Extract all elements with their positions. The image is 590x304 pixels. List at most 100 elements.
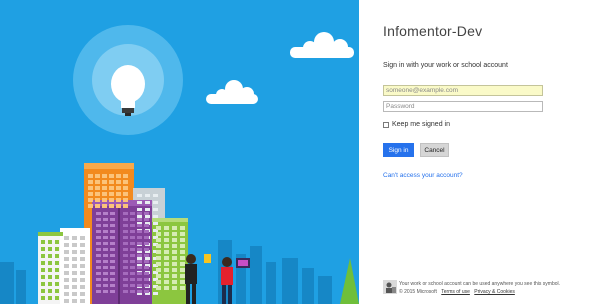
window xyxy=(96,290,101,293)
window xyxy=(123,236,128,239)
window xyxy=(123,260,128,263)
window xyxy=(48,240,52,244)
illustration-scene xyxy=(0,25,359,304)
window xyxy=(172,280,177,284)
building-purple xyxy=(92,200,152,304)
window xyxy=(123,248,128,251)
cant-access-account-link[interactable]: Can't access your account? xyxy=(383,172,463,179)
window xyxy=(116,198,121,202)
window xyxy=(123,284,128,287)
window xyxy=(64,236,69,240)
window xyxy=(145,194,150,197)
window xyxy=(102,180,107,184)
window xyxy=(123,278,128,281)
cloud-icon xyxy=(206,80,258,104)
window xyxy=(116,180,121,184)
window xyxy=(144,260,149,263)
window xyxy=(103,218,108,221)
window xyxy=(80,299,85,303)
window xyxy=(130,278,135,281)
window xyxy=(130,236,135,239)
window xyxy=(164,250,169,254)
window xyxy=(137,236,142,239)
window xyxy=(72,250,77,254)
city-illustration xyxy=(0,0,359,304)
window xyxy=(41,282,45,286)
window xyxy=(110,284,115,287)
window xyxy=(145,201,150,204)
window xyxy=(80,236,85,240)
window xyxy=(116,186,121,190)
privacy-cookies-link[interactable]: Privacy & Cookies xyxy=(474,289,515,295)
window xyxy=(88,192,93,196)
window xyxy=(156,286,161,290)
window xyxy=(180,274,185,278)
window xyxy=(172,232,177,236)
window xyxy=(55,268,59,272)
keep-signed-in-row[interactable]: Keep me signed in xyxy=(383,120,450,129)
window xyxy=(55,254,59,258)
window xyxy=(95,204,100,208)
window xyxy=(144,278,149,281)
lightbulb-icon xyxy=(73,25,183,135)
window xyxy=(110,218,115,221)
work-account-icon xyxy=(383,280,397,294)
window xyxy=(110,224,115,227)
window xyxy=(109,192,114,196)
window xyxy=(103,278,108,281)
sign-in-button[interactable]: Sign in xyxy=(383,143,414,157)
window xyxy=(123,174,128,178)
tree xyxy=(340,258,359,304)
window xyxy=(103,254,108,257)
window xyxy=(164,238,169,242)
window xyxy=(156,226,161,230)
cancel-button[interactable]: Cancel xyxy=(420,143,449,157)
window xyxy=(137,290,142,293)
window xyxy=(130,218,135,221)
window xyxy=(123,180,128,184)
window xyxy=(103,284,108,287)
window xyxy=(180,244,185,248)
window xyxy=(110,272,115,275)
window xyxy=(72,236,77,240)
window xyxy=(164,232,169,236)
window xyxy=(80,292,85,296)
window xyxy=(96,236,101,239)
window xyxy=(144,248,149,251)
window xyxy=(96,242,101,245)
terms-of-use-link[interactable]: Terms of use xyxy=(441,289,470,295)
window xyxy=(123,230,128,233)
window xyxy=(80,257,85,261)
window xyxy=(109,186,114,190)
window xyxy=(110,242,115,245)
window xyxy=(172,238,177,242)
window xyxy=(102,174,107,178)
window xyxy=(103,212,108,215)
window xyxy=(103,230,108,233)
window xyxy=(110,254,115,257)
window xyxy=(72,278,77,282)
window xyxy=(144,272,149,275)
window xyxy=(64,271,69,275)
email-field[interactable] xyxy=(383,85,543,96)
window xyxy=(153,292,158,295)
window xyxy=(145,208,150,211)
window xyxy=(145,215,150,218)
window xyxy=(96,260,101,263)
window xyxy=(137,215,142,218)
window xyxy=(180,250,185,254)
window xyxy=(137,254,142,257)
window xyxy=(156,232,161,236)
window xyxy=(64,264,69,268)
window xyxy=(109,180,114,184)
window xyxy=(130,224,135,227)
window xyxy=(103,248,108,251)
keep-signed-in-checkbox[interactable] xyxy=(383,121,389,128)
password-field[interactable] xyxy=(383,101,543,112)
window xyxy=(96,254,101,257)
window xyxy=(55,261,59,265)
window xyxy=(156,274,161,278)
window xyxy=(48,261,52,265)
window xyxy=(55,282,59,286)
window xyxy=(164,244,169,248)
